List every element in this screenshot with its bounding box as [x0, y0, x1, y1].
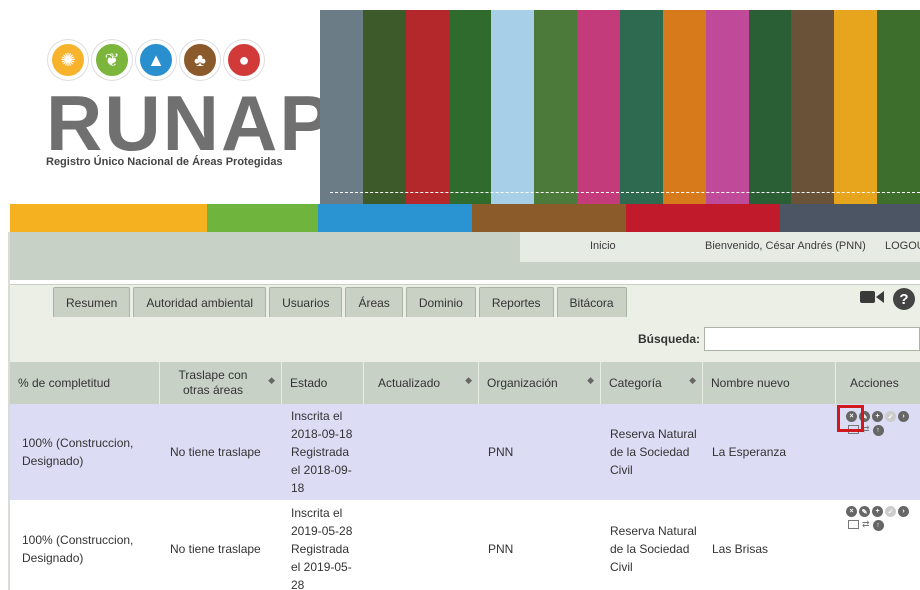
- highlight-box: [837, 405, 864, 432]
- cell-organizacion: PNN: [488, 445, 514, 459]
- sort-icon: ◆: [268, 375, 275, 385]
- color-bar: [10, 204, 920, 232]
- cell-estado: Inscrita el 2018-09-18 Registrada el 201…: [291, 409, 353, 495]
- cell-estado: Inscrita el 2019-05-28 Registrada el 201…: [291, 506, 353, 590]
- next-icon[interactable]: ›: [898, 411, 909, 422]
- col-traslape[interactable]: Traslape con otras áreas ◆: [160, 362, 282, 404]
- palm-icon: ✺: [48, 40, 88, 80]
- cell-nombre: La Esperanza: [712, 445, 787, 459]
- col-label: Categoría: [609, 376, 662, 390]
- animal-icon: ●: [224, 40, 264, 80]
- col-label: Nombre nuevo: [711, 376, 790, 390]
- col-label: % de completitud: [18, 376, 111, 390]
- nav-inicio-link[interactable]: Inicio: [590, 240, 616, 252]
- col-completitud[interactable]: % de completitud: [10, 362, 160, 404]
- swap-icon[interactable]: ⇄: [862, 520, 870, 531]
- banner-divider: [330, 192, 920, 193]
- search-label: Búsqueda:: [638, 332, 701, 346]
- cell-completitud: 100% (Construccion, Designado): [22, 436, 134, 468]
- cell-organizacion: PNN: [488, 542, 514, 556]
- tab-bitacora[interactable]: Bitácora: [556, 287, 627, 317]
- check-icon[interactable]: ✓: [885, 506, 896, 517]
- sort-icon: ◆: [587, 375, 594, 385]
- col-label: Acciones: [850, 376, 899, 390]
- cell-nombre: Las Brisas: [712, 542, 769, 556]
- mountain-icon: ▲: [136, 40, 176, 80]
- tab-areas[interactable]: Áreas: [345, 287, 403, 317]
- logo-subtitle: Registro Único Nacional de Áreas Protegi…: [46, 156, 283, 168]
- tab-usuarios[interactable]: Usuarios: [269, 287, 343, 317]
- row-actions: × ✎ + ✓ ›: [846, 506, 909, 517]
- col-label: Estado: [290, 376, 328, 390]
- leaf-icon: ❦: [92, 40, 132, 80]
- video-camera-icon[interactable]: [860, 288, 884, 306]
- site-header: ✺ ❦ ▲ ♣ ● RUNAP Registro Único Nacional …: [0, 0, 920, 204]
- col-label: Traslape con otras áreas: [178, 368, 248, 397]
- col-nombre-nuevo[interactable]: Nombre nuevo: [703, 362, 836, 404]
- cell-traslape: No tiene traslape: [170, 542, 261, 556]
- tab-reportes[interactable]: Reportes: [478, 287, 554, 317]
- search-input[interactable]: [704, 327, 920, 351]
- delete-icon[interactable]: ×: [846, 506, 857, 517]
- next-icon[interactable]: ›: [898, 506, 909, 517]
- col-organizacion[interactable]: Organización ◆: [479, 362, 601, 404]
- runap-logo[interactable]: ✺ ❦ ▲ ♣ ● RUNAP Registro Único Nacional …: [40, 40, 331, 180]
- tab-autoridad-ambiental[interactable]: Autoridad ambiental: [133, 287, 267, 317]
- add-icon[interactable]: +: [872, 506, 883, 517]
- logo-icons: ✺ ❦ ▲ ♣ ●: [48, 40, 264, 80]
- main-tabs: Resumen Autoridad ambiental Usuarios Áre…: [53, 287, 627, 317]
- sort-icon: ◆: [689, 375, 696, 385]
- cell-completitud: 100% (Construccion, Designado): [22, 533, 134, 565]
- col-actualizado[interactable]: Actualizado ◆: [364, 362, 479, 404]
- image-icon[interactable]: [848, 520, 859, 529]
- col-label: Organización: [487, 376, 558, 390]
- sort-icon: ◆: [465, 375, 472, 385]
- check-icon[interactable]: ✓: [885, 411, 896, 422]
- logo-wordmark: RUNAP: [46, 79, 334, 167]
- cell-traslape: No tiene traslape: [170, 445, 261, 459]
- tab-dominio[interactable]: Dominio: [405, 287, 476, 317]
- row-actions-secondary: ⇄ ↑: [848, 520, 884, 531]
- help-icon[interactable]: ?: [893, 288, 915, 310]
- cell-categoria: Reserva Natural de la Sociedad Civil: [610, 427, 697, 477]
- plant-icon: ♣: [180, 40, 220, 80]
- upload-icon[interactable]: ↑: [872, 425, 884, 436]
- col-categoria[interactable]: Categoría ◆: [601, 362, 703, 404]
- col-acciones: Acciones: [836, 362, 920, 404]
- edit-icon[interactable]: ✎: [859, 506, 870, 517]
- welcome-text: Bienvenido, César Andrés (PNN): [705, 240, 866, 252]
- col-label: Actualizado: [378, 376, 441, 390]
- tab-resumen[interactable]: Resumen: [53, 287, 131, 317]
- nature-banner: [320, 10, 920, 204]
- upload-icon[interactable]: ↑: [872, 520, 884, 531]
- add-icon[interactable]: +: [872, 411, 883, 422]
- cell-categoria: Reserva Natural de la Sociedad Civil: [610, 524, 697, 574]
- logout-link[interactable]: LOGOUT: [885, 240, 920, 252]
- col-estado[interactable]: Estado: [282, 362, 364, 404]
